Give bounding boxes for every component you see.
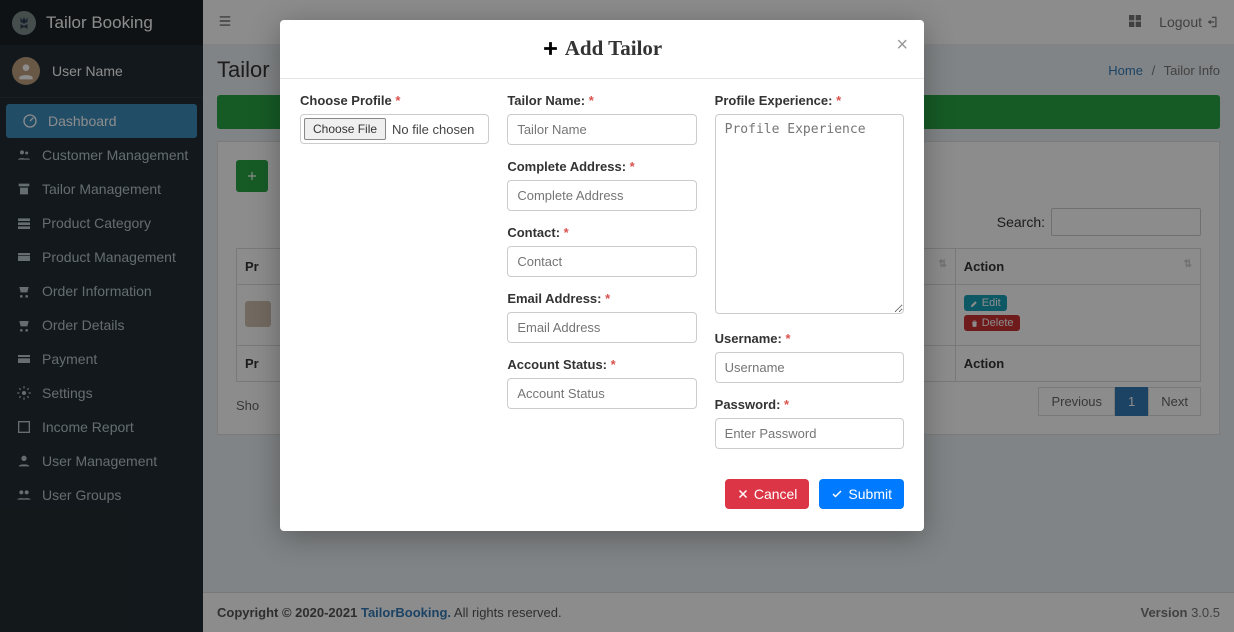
label-password: Password: * xyxy=(715,397,904,412)
email-input[interactable] xyxy=(507,312,696,343)
tailor-name-input[interactable] xyxy=(507,114,696,145)
experience-textarea[interactable] xyxy=(715,114,904,314)
choose-file-button[interactable]: Choose File xyxy=(304,118,386,140)
address-input[interactable] xyxy=(507,180,696,211)
close-icon xyxy=(737,488,749,500)
label-experience: Profile Experience: * xyxy=(715,93,904,108)
label-tailor-name: Tailor Name: * xyxy=(507,93,696,108)
plus-icon xyxy=(542,40,559,57)
file-input-wrapper[interactable]: Choose File No file chosen xyxy=(300,114,489,144)
modal-header: Add Tailor × xyxy=(280,20,924,79)
add-tailor-modal: Add Tailor × Choose Profile * Choose Fil… xyxy=(280,20,924,531)
label-email: Email Address: * xyxy=(507,291,696,306)
cancel-button[interactable]: Cancel xyxy=(725,479,810,509)
label-address: Complete Address: * xyxy=(507,159,696,174)
username-input[interactable] xyxy=(715,352,904,383)
check-icon xyxy=(831,488,843,500)
modal-footer: Cancel Submit xyxy=(280,469,924,531)
modal-title: Add Tailor xyxy=(542,36,662,61)
label-username: Username: * xyxy=(715,331,904,346)
contact-input[interactable] xyxy=(507,246,696,277)
label-contact: Contact: * xyxy=(507,225,696,240)
file-name-text: No file chosen xyxy=(392,122,474,137)
modal-close-button[interactable]: × xyxy=(896,34,908,57)
label-status: Account Status: * xyxy=(507,357,696,372)
label-profile: Choose Profile * xyxy=(300,93,489,108)
submit-button[interactable]: Submit xyxy=(819,479,904,509)
password-input[interactable] xyxy=(715,418,904,449)
status-input[interactable] xyxy=(507,378,696,409)
